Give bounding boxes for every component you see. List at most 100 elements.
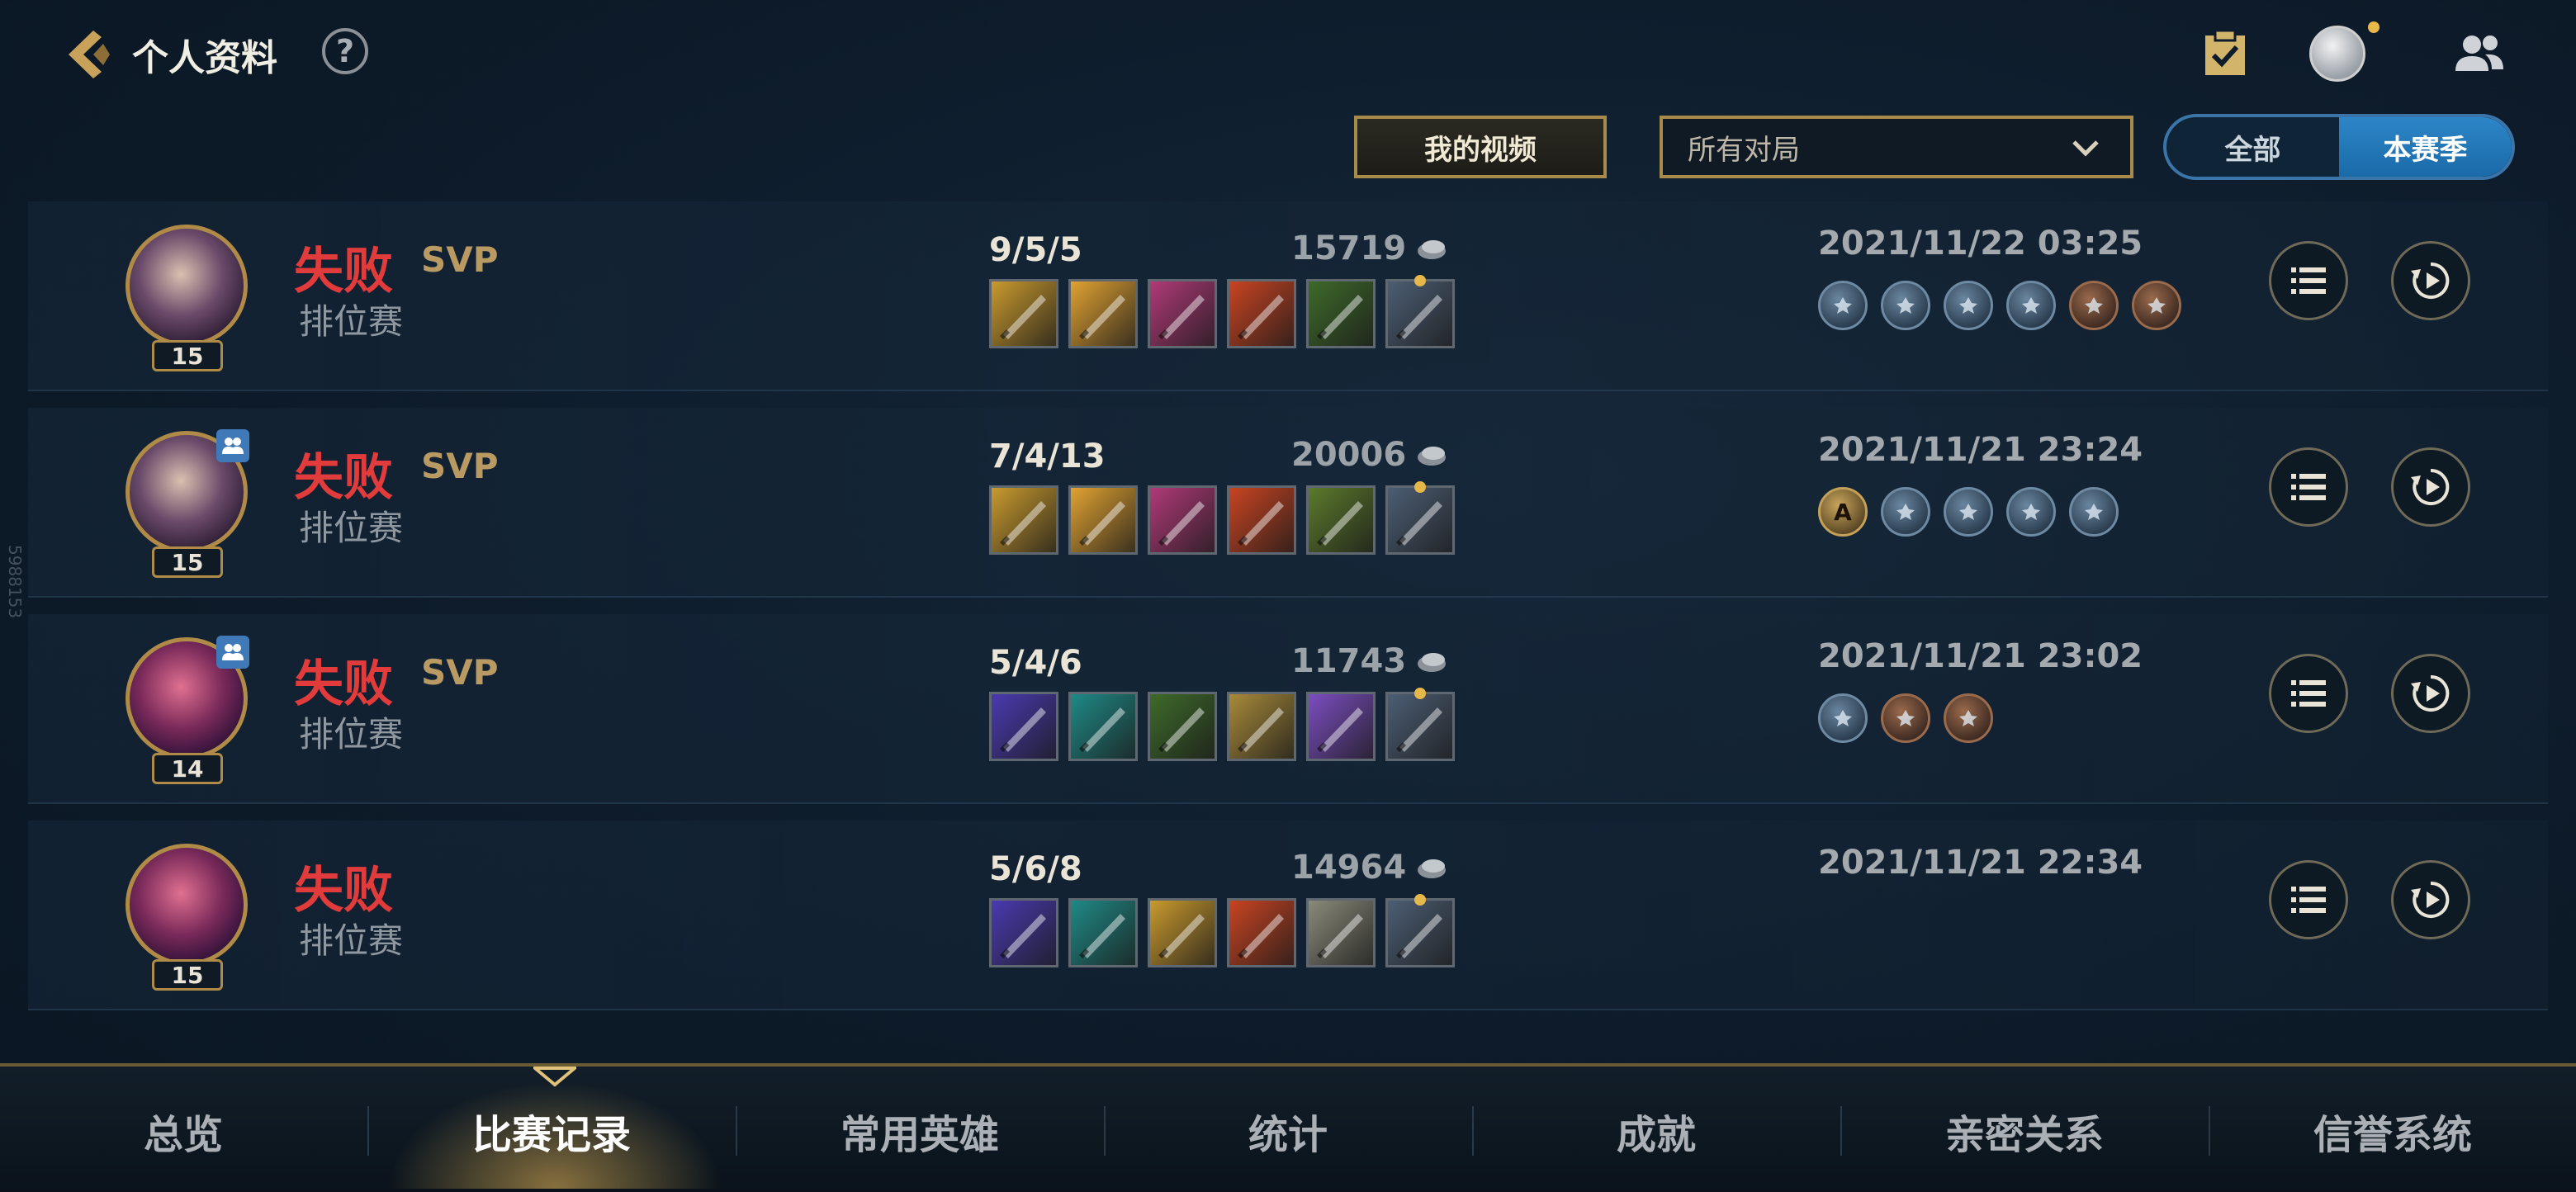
toggle-all[interactable]: 全部 bbox=[2166, 117, 2339, 177]
medal-icon[interactable] bbox=[1818, 693, 1868, 743]
item-build bbox=[989, 481, 1455, 555]
match-details-button[interactable] bbox=[2269, 241, 2348, 320]
medal-icon[interactable] bbox=[2069, 487, 2119, 537]
back-button[interactable] bbox=[53, 21, 119, 88]
hero-level-badge: 15 bbox=[152, 340, 223, 371]
violet-orb-icon[interactable] bbox=[1306, 692, 1376, 761]
kda: 7/4/13 bbox=[989, 438, 1106, 475]
gold-earned: 11743 bbox=[1291, 642, 1407, 680]
pink-blade-icon[interactable] bbox=[1148, 485, 1217, 555]
medal-icon[interactable] bbox=[2006, 487, 2056, 537]
gold-earned: 20006 bbox=[1291, 436, 1407, 474]
steel-blade-icon[interactable] bbox=[1306, 898, 1376, 967]
match-datetime: 2021/11/22 03:25 bbox=[1818, 225, 2143, 263]
match-result: 失败 bbox=[294, 655, 393, 713]
match-mode: 排位赛 bbox=[299, 920, 404, 961]
red-blade-icon[interactable] bbox=[1227, 485, 1296, 555]
medal-icon[interactable] bbox=[1881, 281, 1930, 330]
team-icon bbox=[222, 438, 244, 454]
medal-list bbox=[1818, 693, 1993, 743]
svp-label: SVP bbox=[421, 446, 499, 486]
checklist-icon bbox=[2205, 29, 2245, 75]
green-dagger-icon[interactable] bbox=[1148, 692, 1217, 761]
medal-icon[interactable] bbox=[1881, 487, 1930, 537]
support-item-icon[interactable] bbox=[1385, 688, 1455, 761]
red-blade-icon[interactable] bbox=[1227, 898, 1296, 967]
replay-icon bbox=[2411, 262, 2450, 299]
gold-earned: 14964 bbox=[1291, 849, 1407, 887]
teal-crystal-icon[interactable] bbox=[1068, 692, 1138, 761]
medal-icon[interactable] bbox=[1944, 693, 1993, 743]
match-result: 失败 bbox=[294, 449, 393, 507]
kda: 5/4/6 bbox=[989, 644, 1082, 682]
friends-button[interactable] bbox=[2451, 25, 2508, 83]
help-button[interactable]: ? bbox=[322, 28, 368, 74]
support-item-icon[interactable] bbox=[1385, 481, 1455, 555]
match-row[interactable]: 15 失败 SVP 排位赛 9/5/5 15719 2021/11/22 03:… bbox=[28, 201, 2548, 391]
nav-divider bbox=[1472, 1106, 1474, 1156]
coin-icon bbox=[1418, 240, 1446, 259]
teal-crystal-icon[interactable] bbox=[1068, 898, 1138, 967]
replay-button[interactable] bbox=[2391, 860, 2470, 939]
medal-icon[interactable]: A bbox=[1818, 487, 1868, 537]
hero-avatar[interactable] bbox=[125, 225, 248, 347]
nav-divider bbox=[1840, 1106, 1842, 1156]
replay-button[interactable] bbox=[2391, 241, 2470, 320]
gold-sword-icon[interactable] bbox=[989, 279, 1058, 348]
nav-tab[interactable]: 常用英雄 bbox=[755, 1098, 1085, 1164]
pink-blade-icon[interactable] bbox=[1148, 279, 1217, 348]
gold-sword-icon[interactable] bbox=[989, 485, 1058, 555]
arcane-shard-icon[interactable] bbox=[989, 898, 1058, 967]
match-row[interactable]: 14 失败 SVP 排位赛 5/4/6 11743 2021/11/21 23:… bbox=[28, 614, 2548, 804]
match-datetime: 2021/11/21 23:24 bbox=[1818, 431, 2143, 469]
nav-tab[interactable]: 比赛记录 bbox=[386, 1098, 717, 1164]
nav-tab[interactable]: 亲密关系 bbox=[1859, 1098, 2190, 1164]
arcane-shard-icon[interactable] bbox=[989, 692, 1058, 761]
nav-tab[interactable]: 信誉系统 bbox=[2228, 1098, 2558, 1164]
profile-avatar-button[interactable] bbox=[2308, 25, 2366, 83]
support-item-icon[interactable] bbox=[1385, 894, 1455, 967]
match-details-button[interactable] bbox=[2269, 860, 2348, 939]
nav-tab[interactable]: 总览 bbox=[18, 1098, 348, 1164]
match-details-button[interactable] bbox=[2269, 447, 2348, 527]
medal-icon[interactable] bbox=[2069, 281, 2119, 330]
hero-avatar[interactable] bbox=[125, 844, 248, 966]
checklist-button[interactable] bbox=[2196, 25, 2254, 83]
back-arrow-icon bbox=[69, 31, 110, 78]
support-item-icon[interactable] bbox=[1385, 275, 1455, 348]
nav-tab[interactable]: 成就 bbox=[1491, 1098, 1821, 1164]
my-videos-button[interactable]: 我的视频 bbox=[1354, 116, 1607, 178]
active-tab-marker-icon bbox=[533, 1067, 576, 1087]
medal-icon[interactable] bbox=[1944, 487, 1993, 537]
match-row[interactable]: 15 失败 排位赛 5/6/8 14964 2021/11/21 22:34 bbox=[28, 821, 2548, 1010]
match-row[interactable]: 15 失败 SVP 排位赛 7/4/13 20006 2021/11/21 23… bbox=[28, 408, 2548, 598]
match-type-value: 所有对局 bbox=[1688, 133, 1800, 167]
match-type-dropdown[interactable]: 所有对局 bbox=[1660, 116, 2133, 178]
list-icon bbox=[2291, 680, 2326, 707]
medal-icon[interactable] bbox=[2006, 281, 2056, 330]
nav-divider bbox=[736, 1106, 737, 1156]
season-toggle[interactable]: 全部 本赛季 bbox=[2163, 114, 2515, 180]
list-icon bbox=[2291, 474, 2326, 500]
spiked-blade-icon[interactable] bbox=[1306, 485, 1376, 555]
kda: 9/5/5 bbox=[989, 231, 1082, 269]
replay-button[interactable] bbox=[2391, 447, 2470, 527]
medal-icon[interactable] bbox=[2132, 281, 2181, 330]
match-result: 失败 bbox=[294, 862, 393, 920]
nav-tab[interactable]: 统计 bbox=[1123, 1098, 1453, 1164]
medal-icon[interactable] bbox=[1818, 281, 1868, 330]
toggle-this-season[interactable]: 本赛季 bbox=[2339, 117, 2512, 177]
lightning-blade-icon[interactable] bbox=[1068, 485, 1138, 555]
red-blade-icon[interactable] bbox=[1227, 279, 1296, 348]
lightning-blade-icon[interactable] bbox=[1068, 279, 1138, 348]
list-icon bbox=[2291, 887, 2326, 913]
golden-star-icon[interactable] bbox=[1227, 692, 1296, 761]
nav-divider bbox=[1104, 1106, 1106, 1156]
replay-button[interactable] bbox=[2391, 654, 2470, 733]
medal-icon[interactable] bbox=[1881, 693, 1930, 743]
avatar bbox=[2309, 26, 2365, 82]
medal-icon[interactable] bbox=[1944, 281, 1993, 330]
green-dagger-icon[interactable] bbox=[1306, 279, 1376, 348]
gold-sword-icon[interactable] bbox=[1148, 898, 1217, 967]
match-details-button[interactable] bbox=[2269, 654, 2348, 733]
